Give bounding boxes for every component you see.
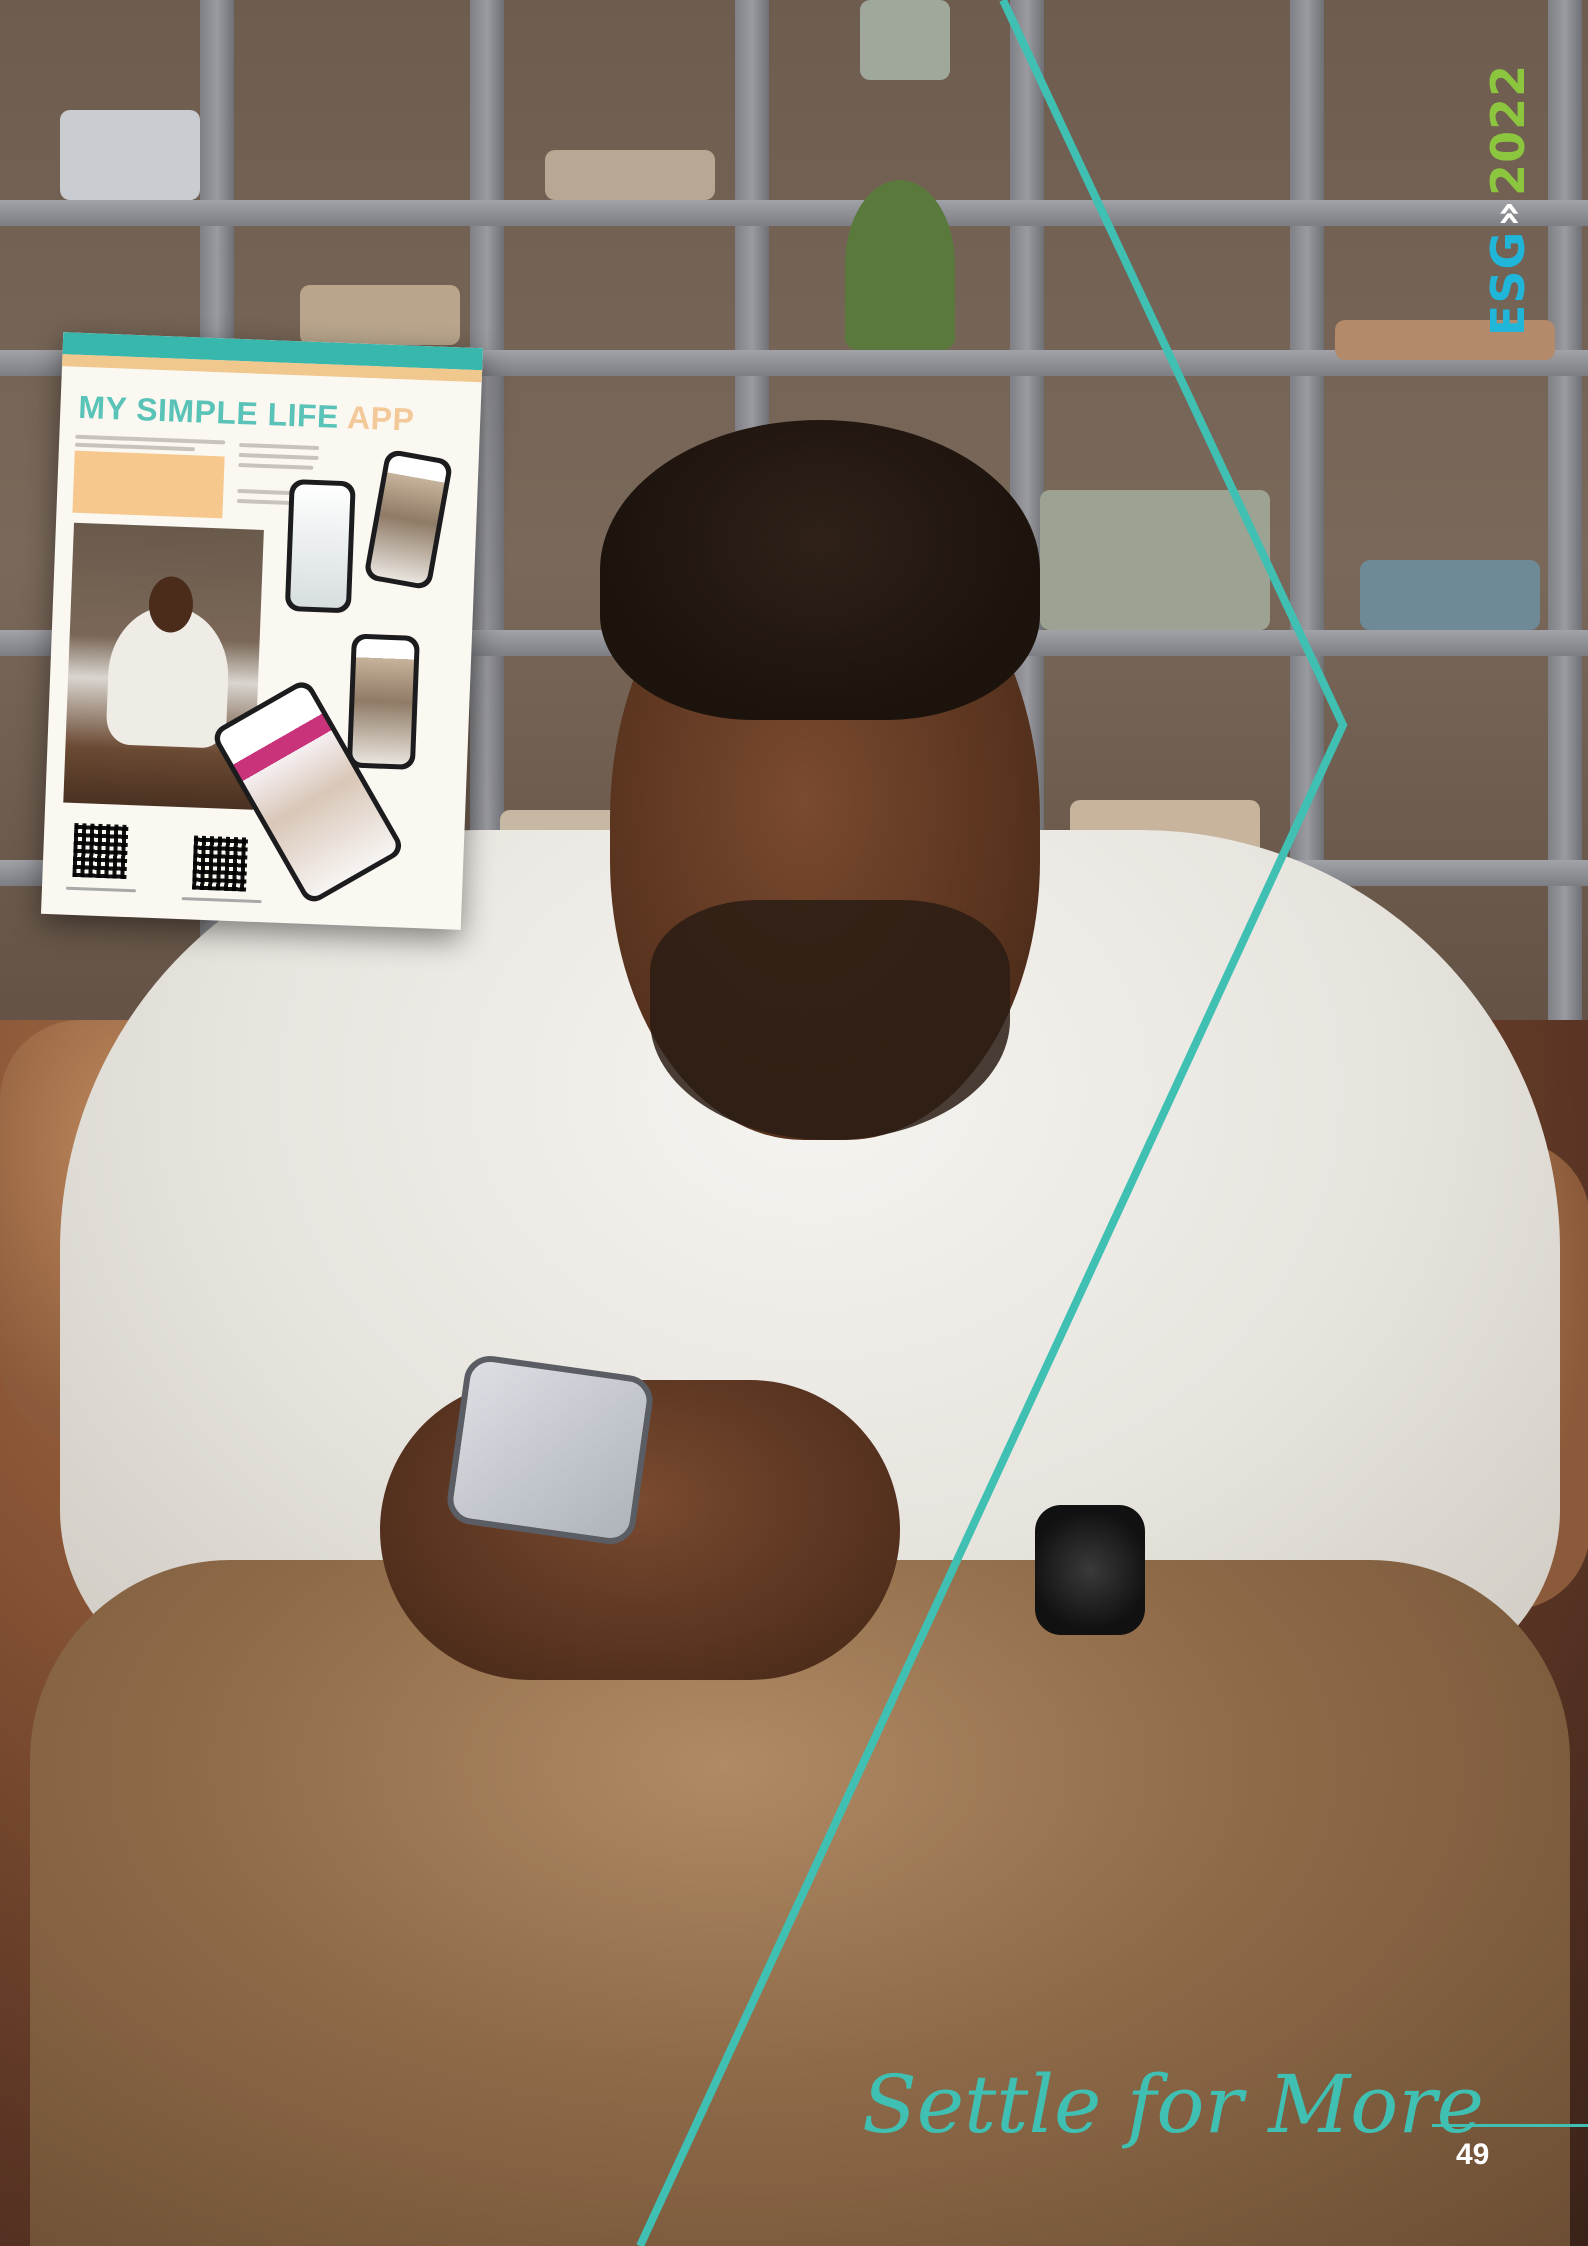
page-number: 49 xyxy=(1456,2138,1490,2171)
plant-decor xyxy=(845,180,955,350)
shelf-decor xyxy=(60,110,200,200)
smartphone-icon xyxy=(444,1352,656,1548)
background-photo xyxy=(0,0,1588,2246)
shelf-decor xyxy=(545,150,715,200)
shelf-post xyxy=(1548,0,1582,1120)
text-line xyxy=(238,452,319,461)
report-title: MY SIMPLE LIFE APP xyxy=(78,389,415,439)
report-title-main: MY SIMPLE LIFE xyxy=(77,388,340,435)
chevron-double-right-icon: » xyxy=(1485,199,1531,227)
report-callout-box xyxy=(72,450,225,519)
person-beard xyxy=(650,900,1010,1140)
person-hair xyxy=(600,420,1040,720)
qr-code-icon xyxy=(192,835,249,892)
tagline: Settle for More xyxy=(862,2058,1484,2151)
smartphone-icon xyxy=(363,448,454,591)
text-line xyxy=(74,442,196,452)
qr-code-icon xyxy=(72,822,129,879)
qr-caption-line xyxy=(65,886,136,893)
text-line xyxy=(238,462,314,470)
text-line xyxy=(239,442,320,451)
shelf-decor xyxy=(300,285,460,345)
footer-rule xyxy=(1432,2124,1588,2127)
qr-caption-line xyxy=(181,897,262,904)
bowl-decor xyxy=(1040,490,1270,630)
report-page-thumbnail: MY SIMPLE LIFE APP xyxy=(40,332,484,930)
smartphone-icon xyxy=(284,478,356,614)
box-decor xyxy=(1360,560,1540,630)
report-title-suffix: APP xyxy=(346,399,416,438)
smartphone-icon xyxy=(346,633,420,770)
wristwatch xyxy=(1035,1505,1145,1635)
esg-label: ESG xyxy=(1481,230,1535,337)
vase-decor xyxy=(860,0,950,80)
esg-year: 2022 xyxy=(1481,63,1535,196)
esg-brand-mark: ESG » 2022 xyxy=(1468,64,1548,336)
shelf-board xyxy=(0,200,1588,226)
